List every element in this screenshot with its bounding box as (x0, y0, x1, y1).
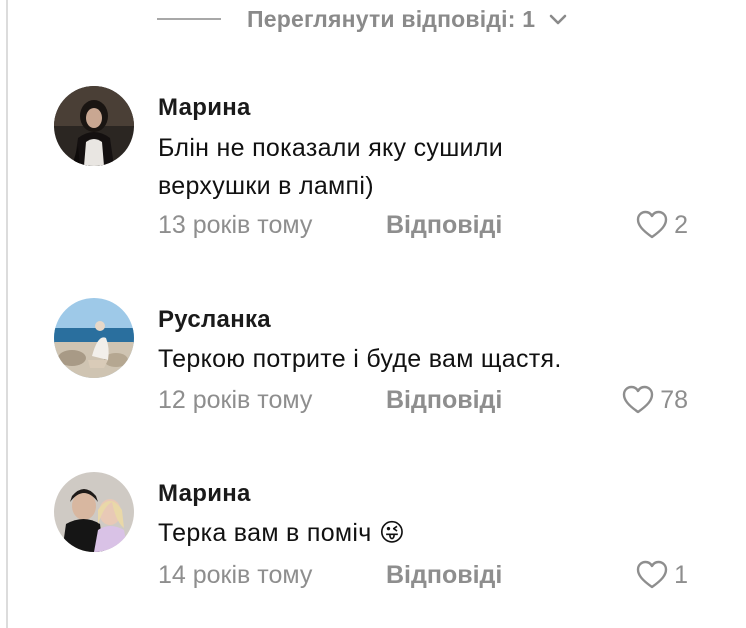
reply-button[interactable]: Відповіді (386, 561, 502, 590)
like-button[interactable]: 2 (636, 210, 688, 240)
view-replies-button[interactable]: Переглянути відповіді: 1 (157, 4, 569, 34)
like-count: 1 (674, 560, 688, 589)
like-button[interactable]: 1 (636, 560, 688, 590)
comment-timestamp: 14 років тому (158, 560, 313, 589)
heart-icon (622, 385, 654, 414)
reply-button[interactable]: Відповіді (386, 386, 502, 415)
comment-text-line: верхушки в лампі) (158, 172, 374, 200)
avatar[interactable] (54, 472, 134, 552)
comment-meta: 12 років тому Відповіді 78 (158, 384, 688, 416)
chevron-down-icon (547, 8, 569, 30)
like-button[interactable]: 78 (622, 385, 688, 415)
heart-icon (636, 560, 668, 589)
view-replies-label: Переглянути відповіді: 1 (247, 5, 536, 32)
heart-icon (636, 210, 668, 239)
left-divider (6, 0, 8, 628)
comment-author[interactable]: Марина (158, 94, 251, 122)
comment-timestamp: 12 років тому (158, 385, 313, 414)
like-count: 78 (660, 385, 688, 414)
comment-meta: 14 років тому Відповіді 1 (158, 559, 688, 591)
comment-timestamp: 13 років тому (158, 210, 313, 239)
comment-text-line: Блін не показали яку сушили (158, 134, 503, 162)
comment-author[interactable]: Марина (158, 480, 251, 508)
like-count: 2 (674, 210, 688, 239)
avatar[interactable] (54, 86, 134, 166)
comment-text: Теркою потрите і буде вам щастя. (158, 340, 628, 378)
comment-author[interactable]: Русланка (158, 306, 271, 334)
comment-text-line: Терка вам в поміч 😜 (158, 519, 406, 547)
avatar[interactable] (54, 298, 134, 378)
comments-panel: Переглянути відповіді: 1 Марина Блін не … (0, 0, 746, 628)
comment-text: Блін не показали яку сушили верхушки в л… (158, 129, 628, 205)
comment-text-line: Теркою потрите і буде вам щастя. (158, 345, 562, 373)
comment-text: Терка вам в поміч 😜 (158, 514, 628, 552)
reply-button[interactable]: Відповіді (386, 211, 502, 240)
replies-divider-line (157, 18, 221, 20)
comment-meta: 13 років тому Відповіді 2 (158, 209, 688, 241)
